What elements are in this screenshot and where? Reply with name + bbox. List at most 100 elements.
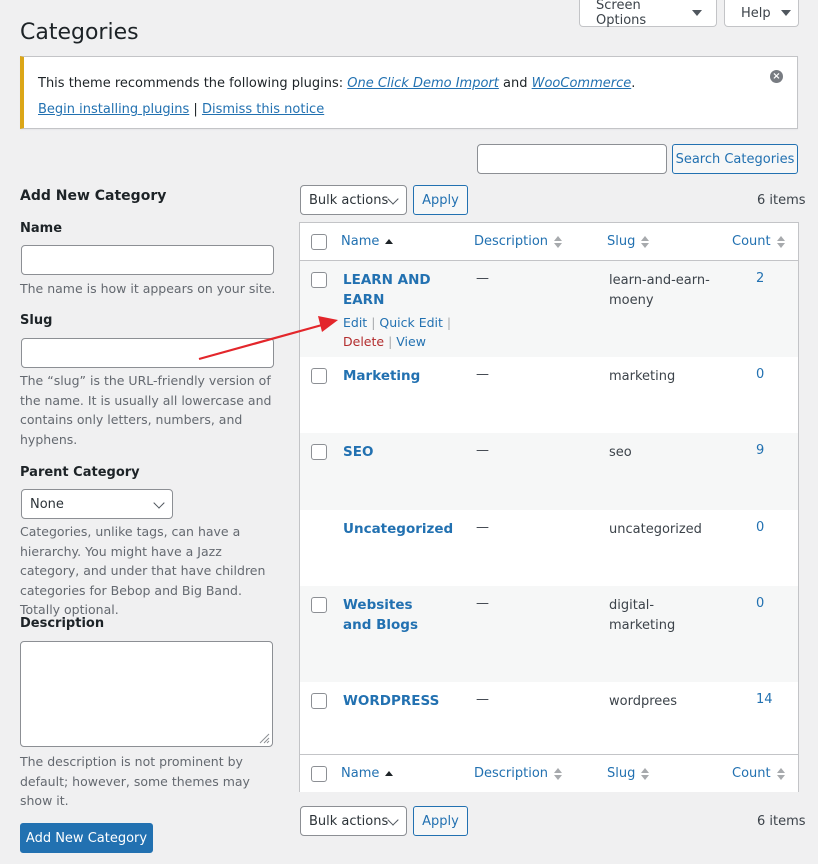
column-name-footer[interactable]: Name: [341, 766, 394, 781]
column-description-label: Description: [474, 766, 549, 781]
description-textarea[interactable]: [20, 641, 273, 747]
category-name-link[interactable]: SEO: [343, 443, 443, 463]
category-count-link[interactable]: 9: [756, 443, 764, 458]
category-count-link[interactable]: 14: [756, 692, 773, 707]
column-count-footer[interactable]: Count: [732, 766, 785, 781]
table-row: Uncategorized — uncategorized 0: [300, 510, 798, 586]
table-header: Name Description Slug Count: [300, 223, 798, 261]
search-categories-button[interactable]: Search Categories: [672, 144, 798, 174]
action-separator: |: [371, 315, 376, 330]
items-count-top: 6 items: [757, 193, 806, 208]
bulk-actions-select-bottom[interactable]: Bulk actions: [300, 806, 407, 836]
category-count-link[interactable]: 0: [756, 520, 764, 535]
sort-icon: [776, 235, 785, 248]
chevron-down-icon: [387, 814, 399, 826]
notice-intro: This theme recommends the following plug…: [38, 76, 344, 91]
edit-link[interactable]: Edit: [343, 315, 367, 330]
column-count-header[interactable]: Count: [732, 234, 785, 249]
category-count-link[interactable]: 0: [756, 596, 764, 611]
notice-separator: |: [193, 102, 198, 117]
column-description-header[interactable]: Description: [474, 234, 563, 249]
page-title: Categories: [20, 20, 139, 45]
name-label: Name: [20, 221, 63, 236]
form-heading: Add New Category: [20, 188, 167, 204]
screen-options-label: Screen Options: [596, 0, 647, 28]
category-name-link[interactable]: Marketing: [343, 367, 443, 387]
action-separator: |: [446, 315, 452, 330]
category-name-link[interactable]: LEARN AND EARN: [343, 271, 443, 310]
row-checkbox[interactable]: [311, 368, 327, 384]
column-name-header[interactable]: Name: [341, 234, 394, 249]
category-description: —: [476, 692, 489, 707]
apply-button-bottom[interactable]: Apply: [413, 806, 468, 836]
table-footer: Name Description Slug Count: [300, 754, 798, 792]
column-slug-label: Slug: [607, 766, 636, 781]
sort-icon: [554, 767, 563, 780]
view-link[interactable]: View: [396, 334, 426, 349]
name-input[interactable]: [21, 245, 274, 275]
parent-category-label: Parent Category: [20, 465, 140, 480]
bulk-actions-value: Bulk actions: [309, 192, 389, 208]
slug-label: Slug: [20, 313, 53, 328]
row-checkbox[interactable]: [311, 444, 327, 460]
row-checkbox[interactable]: [311, 693, 327, 709]
notice-period: .: [631, 76, 636, 91]
category-slug: uncategorized: [609, 522, 702, 537]
apply-button-top[interactable]: Apply: [413, 185, 468, 215]
quick-edit-link[interactable]: Quick Edit: [379, 315, 443, 330]
add-new-category-button[interactable]: Add New Category: [20, 823, 153, 853]
category-count-link[interactable]: 2: [756, 271, 764, 286]
category-description: —: [476, 367, 489, 382]
column-description-label: Description: [474, 234, 549, 249]
close-icon[interactable]: ×: [770, 70, 783, 83]
category-count-link[interactable]: 0: [756, 367, 764, 382]
plugin-link-ocdi[interactable]: One Click Demo Import: [347, 76, 499, 91]
row-actions: Edit | Quick Edit | Delete | View: [343, 313, 453, 351]
notice-actions: Begin installing plugins | Dismiss this …: [38, 102, 324, 117]
category-name-link[interactable]: Websites and Blogs: [343, 596, 443, 635]
select-all-checkbox[interactable]: [311, 234, 327, 250]
row-checkbox[interactable]: [311, 272, 327, 288]
category-description: —: [476, 520, 489, 535]
sort-ascending-icon: [385, 771, 394, 776]
table-row: LEARN AND EARN — learn-and-earn-moeny 2 …: [300, 261, 798, 357]
sort-icon: [554, 235, 563, 248]
column-count-label: Count: [732, 234, 771, 249]
items-count-bottom: 6 items: [757, 814, 806, 829]
resize-handle-icon[interactable]: [258, 732, 270, 744]
plugin-notice: This theme recommends the following plug…: [20, 56, 798, 129]
bulk-actions-select-top[interactable]: Bulk actions: [300, 185, 407, 215]
action-separator: |: [388, 334, 393, 349]
category-slug: learn-and-earn-moeny: [609, 273, 710, 308]
sort-icon: [776, 767, 785, 780]
column-slug-footer[interactable]: Slug: [607, 766, 650, 781]
column-description-footer[interactable]: Description: [474, 766, 563, 781]
categories-table: Name Description Slug Count LEARN AND EA…: [299, 222, 799, 792]
sort-ascending-icon: [385, 239, 394, 244]
row-checkbox[interactable]: [311, 597, 327, 613]
column-slug-header[interactable]: Slug: [607, 234, 650, 249]
slug-input[interactable]: [21, 338, 274, 368]
screen-options-button[interactable]: Screen Options: [579, 0, 717, 28]
column-count-label: Count: [732, 766, 771, 781]
parent-category-value: None: [30, 496, 64, 512]
help-button[interactable]: Help: [724, 0, 799, 27]
help-label: Help: [741, 5, 771, 21]
category-name-link[interactable]: Uncategorized: [343, 520, 453, 540]
caret-down-icon: [692, 10, 702, 16]
category-slug: wordprees: [609, 694, 678, 709]
parent-category-select[interactable]: None: [21, 489, 173, 519]
notice-and: and: [503, 76, 528, 91]
plugin-link-woocommerce[interactable]: WooCommerce: [532, 76, 632, 91]
parent-help: Categories, unlike tags, can have a hier…: [20, 524, 266, 617]
category-name-link[interactable]: WORDPRESS: [343, 692, 443, 712]
begin-installing-link[interactable]: Begin installing plugins: [38, 102, 189, 117]
bulk-actions-value: Bulk actions: [309, 813, 389, 829]
caret-down-icon: [780, 10, 791, 16]
table-row: WORDPRESS — wordprees 14: [300, 682, 798, 754]
dismiss-notice-link[interactable]: Dismiss this notice: [202, 102, 324, 117]
table-row: Websites and Blogs — digital-marketing 0: [300, 586, 798, 682]
delete-link[interactable]: Delete: [343, 334, 384, 349]
search-input[interactable]: [477, 144, 667, 174]
select-all-checkbox-bottom[interactable]: [311, 766, 327, 782]
